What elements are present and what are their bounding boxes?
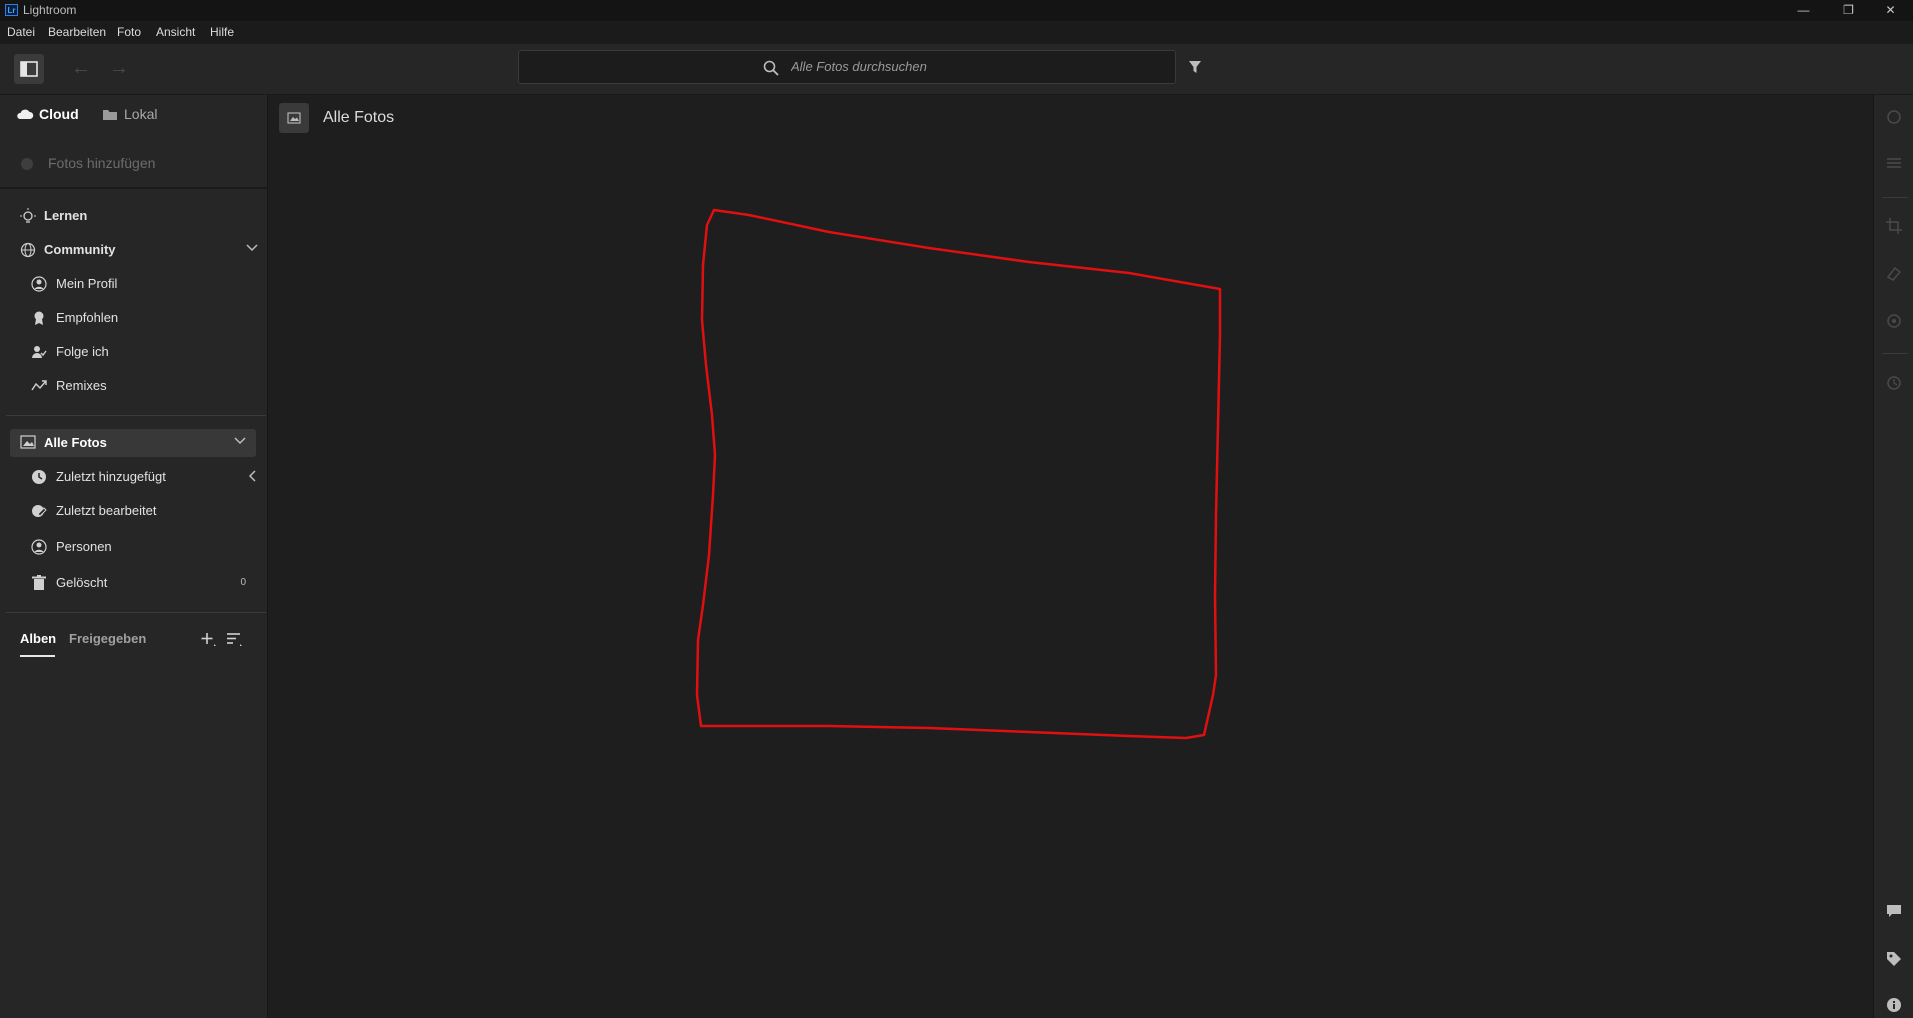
sidebar-item-label: Alle Fotos [44, 435, 107, 450]
sidebar-item-personen[interactable]: Personen [0, 533, 268, 561]
active-tab-underline [20, 655, 55, 657]
photos-icon [20, 435, 36, 449]
right-tool-rail [1873, 95, 1913, 1018]
remix-icon [31, 380, 47, 391]
sidebar-item-remixes[interactable]: Remixes [0, 372, 268, 400]
sidebar-item-empfohlen[interactable]: Empfohlen [0, 304, 268, 332]
tab-freigegeben[interactable]: Freigegeben [69, 631, 146, 646]
chevron-left-icon[interactable] [248, 470, 256, 482]
toolbar: ← → [0, 44, 1913, 95]
add-album-icon[interactable] [201, 632, 217, 648]
lightroom-logo-icon: Lr [5, 4, 18, 16]
sidebar-item-folge-ich[interactable]: Folge ich [0, 338, 268, 366]
sidebar-item-alle-fotos[interactable]: Alle Fotos [10, 429, 256, 457]
menu-bearbeiten[interactable]: Bearbeiten [48, 25, 106, 39]
globe-icon [20, 242, 36, 258]
tab-cloud[interactable]: Cloud [39, 106, 79, 122]
add-photos-button[interactable]: Fotos hinzufügen [48, 155, 155, 171]
window-title: Lightroom [23, 3, 77, 17]
history-icon[interactable] [1886, 375, 1902, 391]
edited-icon [32, 505, 47, 517]
sidebar-item-zuletzt-hinzugefuegt[interactable]: Zuletzt hinzugefügt [0, 463, 268, 491]
annotation-overlay [695, 208, 1222, 740]
sidebar-item-label: Personen [56, 539, 112, 554]
sidebar-item-label: Zuletzt hinzugefügt [56, 469, 166, 484]
sidebar-item-label: Zuletzt bearbeitet [56, 503, 157, 518]
left-sidebar: Cloud Lokal Fotos hinzufügen Lernen Comm… [0, 95, 268, 1018]
cloud-icon [17, 109, 34, 119]
search-icon [763, 60, 779, 76]
tag-icon[interactable] [1886, 951, 1902, 967]
sidebar-item-label: Empfohlen [56, 310, 119, 325]
maximize-button[interactable]: ❐ [1826, 0, 1871, 21]
menu-hilfe[interactable]: Hilfe [210, 25, 234, 39]
sort-icon[interactable] [226, 632, 244, 648]
main-content: Alle Fotos [269, 95, 1873, 1018]
close-button[interactable]: ✕ [1868, 0, 1913, 21]
back-button[interactable]: ← [71, 57, 91, 80]
masking-icon[interactable] [1886, 313, 1902, 329]
menu-datei[interactable]: Datei [7, 25, 35, 39]
add-photos-icon [21, 158, 33, 170]
profile-icon [31, 276, 47, 292]
deleted-count: 0 [240, 577, 246, 588]
sidebar-item-label: Lernen [44, 208, 88, 223]
search-box[interactable] [518, 50, 1176, 84]
person-icon [31, 539, 47, 555]
comment-icon[interactable] [1886, 903, 1902, 919]
info-icon[interactable] [1886, 997, 1902, 1013]
chevron-down-icon[interactable] [234, 437, 246, 445]
divider [1882, 197, 1908, 198]
sidebar-item-lernen[interactable]: Lernen [0, 202, 268, 230]
sidebar-item-mein-profil[interactable]: Mein Profil [0, 270, 268, 298]
panel-toggle-button[interactable] [14, 54, 44, 84]
divider [6, 415, 266, 416]
filter-icon[interactable] [1188, 60, 1202, 74]
sliders-icon[interactable] [1886, 155, 1902, 171]
sidebar-item-geloescht[interactable]: Gelöscht 0 [0, 569, 268, 597]
sidebar-item-label: Gelöscht [56, 575, 108, 590]
chevron-down-icon[interactable] [246, 244, 258, 252]
sidebar-item-label: Community [44, 242, 116, 257]
clock-icon [32, 470, 46, 484]
sidebar-item-label: Folge ich [56, 344, 109, 359]
search-input[interactable] [791, 59, 1151, 74]
sidebar-item-community[interactable]: Community [0, 236, 268, 264]
lightbulb-icon [20, 208, 36, 223]
menu-foto[interactable]: Foto [117, 25, 141, 39]
eraser-icon[interactable] [1886, 265, 1902, 281]
crop-icon[interactable] [1886, 218, 1902, 234]
sidebar-panel-icon [20, 61, 38, 77]
sidebar-item-label: Mein Profil [56, 276, 118, 291]
divider [0, 187, 268, 189]
following-icon [32, 346, 47, 358]
divider [1882, 353, 1908, 354]
sidebar-item-label: Remixes [56, 378, 107, 393]
folder-icon [103, 110, 117, 120]
trash-icon [32, 575, 46, 590]
forward-button[interactable]: → [109, 57, 129, 80]
title-bar: Lr Lightroom — ❐ ✕ [0, 0, 1913, 21]
menu-ansicht[interactable]: Ansicht [156, 25, 195, 39]
tab-local[interactable]: Lokal [124, 106, 157, 122]
brush-icon[interactable] [1886, 109, 1902, 125]
award-icon [34, 311, 44, 325]
minimize-button[interactable]: — [1781, 0, 1826, 21]
divider [6, 612, 266, 613]
sidebar-item-zuletzt-bearbeitet[interactable]: Zuletzt bearbeitet [0, 497, 268, 525]
menu-bar: Datei Bearbeiten Foto Ansicht Hilfe [0, 21, 1913, 44]
tab-alben[interactable]: Alben [20, 631, 56, 646]
red-annotation-outline [695, 208, 1222, 740]
